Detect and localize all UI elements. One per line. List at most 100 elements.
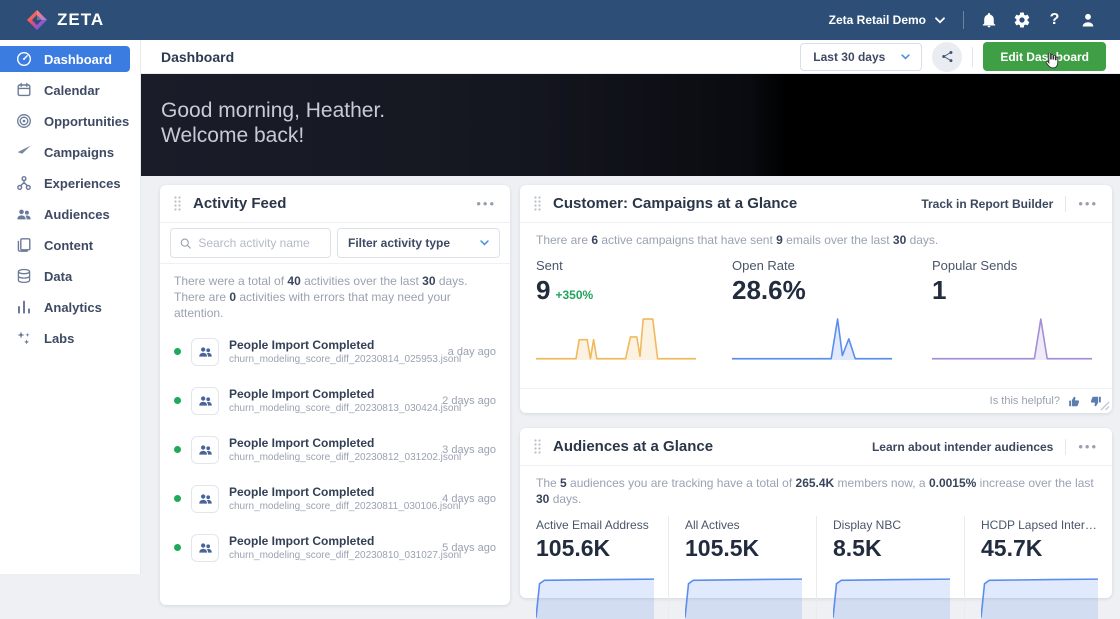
audience-area-chart [981,573,1098,619]
account-switcher[interactable]: Zeta Retail Demo [829,13,945,27]
metric-label: Open Rate [732,258,932,273]
track-report-builder-link[interactable]: Track in Report Builder [921,197,1053,211]
chevron-down-icon [480,240,489,246]
date-range-value: Last 30 days [813,50,885,64]
resize-handle[interactable] [1099,400,1110,411]
metric-value: 1 [932,275,946,305]
help-button[interactable]: ? [1038,0,1071,40]
activity-file: churn_modeling_score_diff_20230810_03102… [229,549,434,562]
sidebar-item-label: Calendar [44,83,100,98]
zeta-diamond-icon [26,9,48,31]
people-import-icon [191,485,219,513]
sidebar-item-campaigns[interactable]: Campaigns [0,139,130,165]
sidebar-item-labs[interactable]: Labs [0,325,130,351]
sidebar-item-content[interactable]: Content [0,232,130,258]
activity-feed-card: Activity Feed ••• Filter activity type T… [160,185,510,605]
head-divider [1065,196,1066,212]
bar-chart-icon [16,299,32,315]
metric-label: HCDP Lapsed Interest Me... [981,518,1098,532]
sidebar-item-dashboard[interactable]: Dashboard [0,46,130,72]
metric-delta: +350% [555,288,593,302]
status-dot [174,397,181,404]
helpful-question: Is this helpful? [990,395,1060,407]
status-dot [174,348,181,355]
activity-title: People Import Completed [229,534,434,549]
thumbs-up-icon [1068,395,1081,408]
helpful-footer: Is this helpful? [520,388,1112,413]
activity-list-item[interactable]: People Import Completedchurn_modeling_sc… [160,327,510,376]
activity-list-item[interactable]: People Import Completedchurn_modeling_sc… [160,523,510,572]
header-divider [972,47,973,67]
paper-plane-icon [16,144,32,160]
status-dot [174,446,181,453]
sidebar-item-audiences[interactable]: Audiences [0,201,130,227]
drag-handle-icon[interactable] [534,439,541,454]
sidebar-item-label: Experiences [44,176,121,191]
activity-time: 3 days ago [434,444,496,456]
metric-value: 105.5K [685,535,802,562]
activity-summary: There were a total of 40 activities over… [160,264,510,325]
people-import-icon [191,338,219,366]
user-menu-button[interactable] [1071,0,1104,40]
flow-tree-icon [16,175,32,191]
activity-list-item[interactable]: People Import Completedchurn_modeling_sc… [160,376,510,425]
activity-list-item[interactable]: People Import Completedchurn_modeling_sc… [160,425,510,474]
activity-title: People Import Completed [229,436,434,451]
audience-area-chart [685,573,802,619]
card-menu-button[interactable]: ••• [476,199,496,209]
activity-file: churn_modeling_score_diff_20230811_03010… [229,500,434,513]
activity-time: 4 days ago [434,493,496,505]
metric-label: All Actives [685,518,802,532]
metric-value: 8.5K [833,535,950,562]
metric-label: Popular Sends [932,258,1096,273]
search-input[interactable] [198,236,321,250]
sidebar-item-label: Labs [44,331,74,346]
date-range-select[interactable]: Last 30 days [800,43,922,71]
sidebar-item-calendar[interactable]: Calendar [0,77,130,103]
activity-file: churn_modeling_score_diff_20230813_03042… [229,402,434,415]
edit-dashboard-button[interactable]: Edit Dashboard [983,42,1106,71]
card-menu-button[interactable]: ••• [1078,199,1098,209]
page-title: Dashboard [161,49,234,65]
intender-audiences-link[interactable]: Learn about intender audiences [872,440,1053,454]
chevron-down-icon [901,54,910,60]
metric-sent: Sent 9+350% [536,258,732,360]
zeta-logo[interactable]: ZETA [26,9,104,31]
gear-icon [1013,11,1031,29]
sidebar-item-label: Dashboard [44,52,112,67]
activity-type-filter[interactable]: Filter activity type [337,228,500,258]
metric-value: 45.7K [981,535,1098,562]
bell-icon [980,11,998,29]
card-menu-button[interactable]: ••• [1078,442,1098,452]
notifications-button[interactable] [972,0,1005,40]
sidebar-item-experiences[interactable]: Experiences [0,170,130,196]
activity-list-item[interactable]: People Import Completedchurn_modeling_sc… [160,474,510,523]
activity-time: 2 days ago [434,395,496,407]
popular-sends-sparkline [932,316,1092,360]
share-icon [940,49,955,64]
audiences-summary: The 5 audiences you are tracking have a … [520,466,1112,514]
card-title: Audiences at a Glance [553,438,713,455]
share-button[interactable] [932,42,962,72]
activity-time: 5 days ago [434,542,496,554]
metric-value: 28.6% [732,275,806,305]
drag-handle-icon[interactable] [534,196,541,211]
settings-button[interactable] [1005,0,1038,40]
activity-list: People Import Completedchurn_modeling_sc… [160,325,510,572]
sidebar-item-data[interactable]: Data [0,263,130,289]
activity-file: churn_modeling_score_diff_20230814_02595… [229,353,440,366]
brand-name: ZETA [57,10,104,30]
sidebar-item-opportunities[interactable]: Opportunities [0,108,130,134]
thumbs-up-button[interactable] [1068,395,1081,408]
activity-title: People Import Completed [229,387,434,402]
sidebar-item-analytics[interactable]: Analytics [0,294,130,320]
audience-metric: Active Email Address 105.6K [520,516,668,619]
chevron-down-icon [935,17,945,24]
activity-search[interactable] [170,228,331,258]
activity-title: People Import Completed [229,485,434,500]
audience-metric: All Actives 105.5K [668,516,816,619]
drag-handle-icon[interactable] [174,196,181,211]
sent-sparkline [536,316,696,360]
activity-time: a day ago [440,346,496,358]
help-icon: ? [1050,11,1060,29]
